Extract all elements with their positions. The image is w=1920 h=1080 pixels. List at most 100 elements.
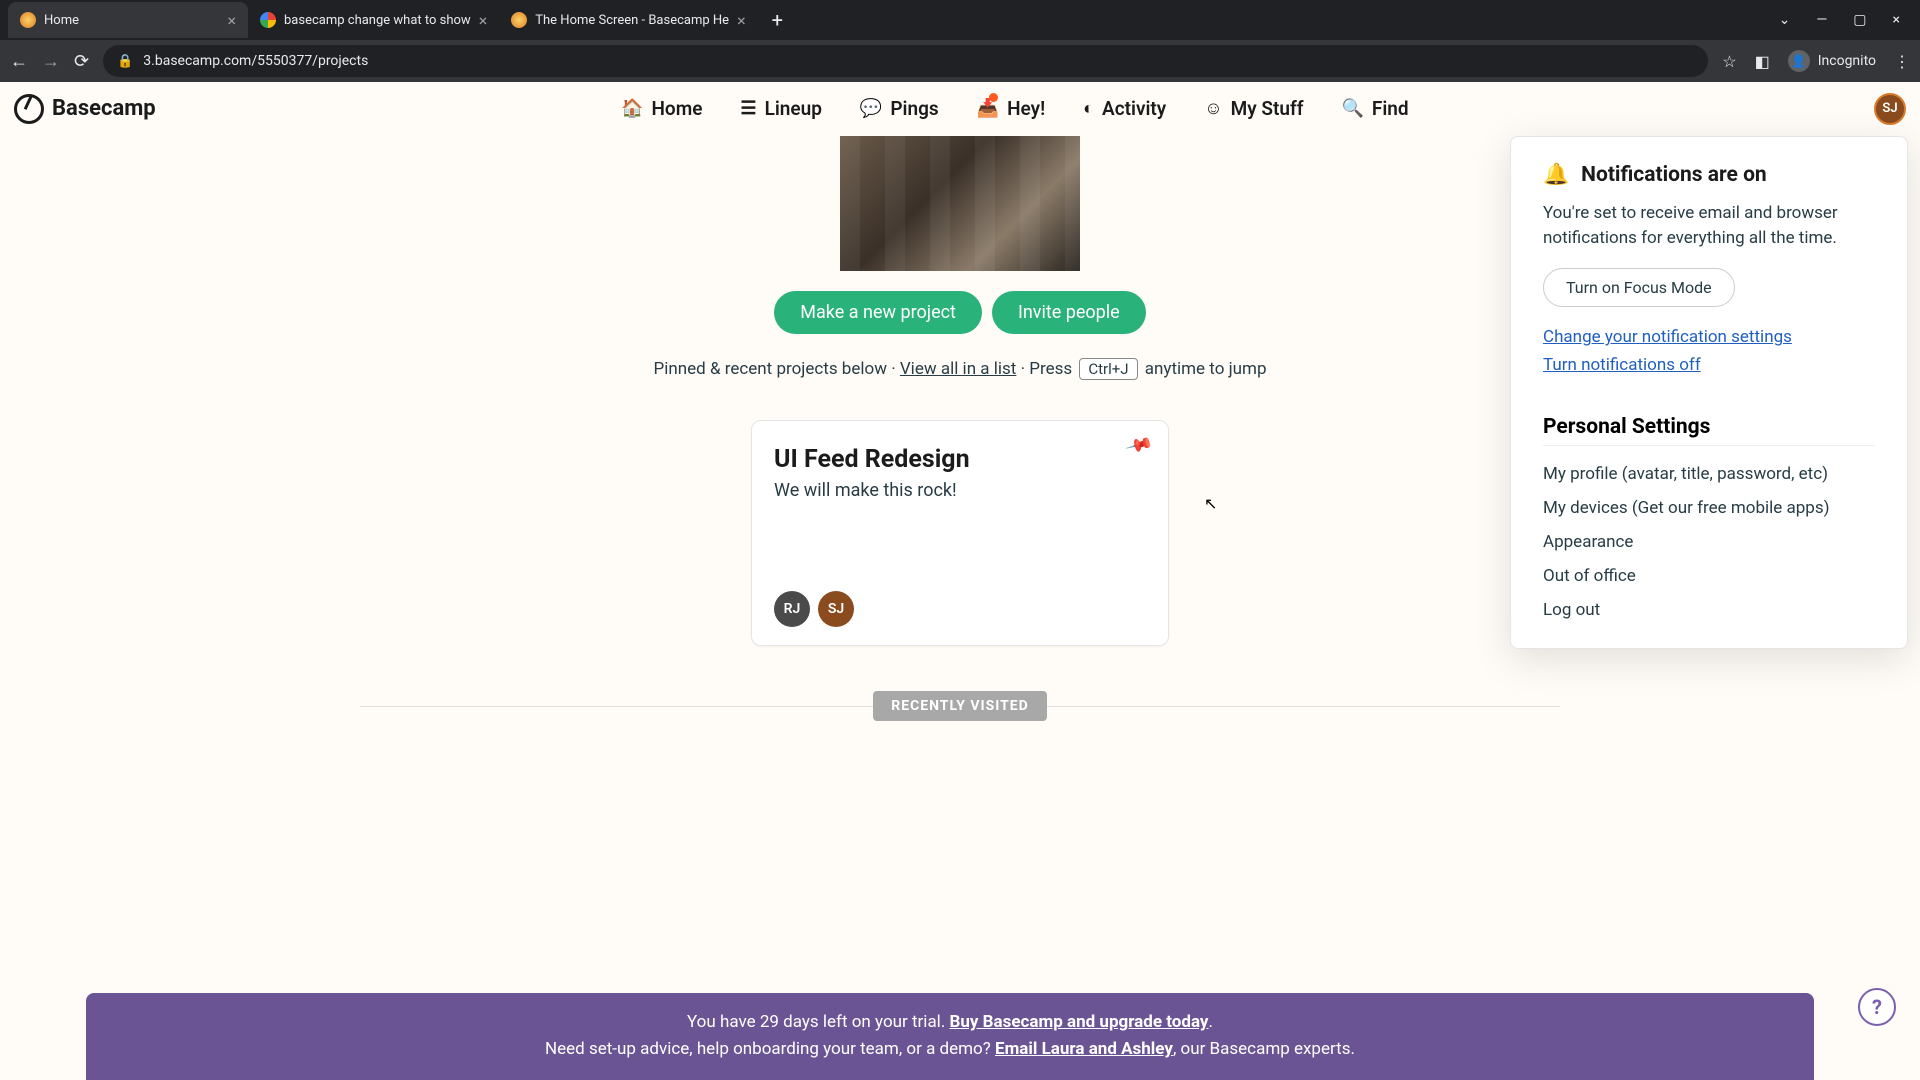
incognito-badge: 👤 Incognito — [1788, 50, 1876, 72]
browser-chrome: Home × basecamp change what to show × Th… — [0, 0, 1920, 82]
page-body: Basecamp 🏠Home ☰Lineup 💬 Pings 📥Hey! ◐ Act… — [0, 82, 1920, 1080]
personal-settings-heading: Personal Settings — [1543, 415, 1875, 446]
new-project-button[interactable]: Make a new project — [774, 291, 982, 334]
forward-button[interactable]: → — [42, 51, 60, 72]
avatar-initials: SJ — [1882, 101, 1897, 116]
user-dropdown-panel: 🔔 Notifications are on You're set to rec… — [1510, 136, 1908, 649]
favicon-icon — [260, 12, 276, 28]
pings-icon: 💬 — [860, 98, 882, 119]
out-of-office-link[interactable]: Out of office — [1543, 566, 1875, 586]
project-card[interactable]: 📌 UI Feed Redesign We will make this roc… — [751, 420, 1169, 646]
lock-icon: 🔒 — [117, 54, 133, 69]
tab-title: The Home Screen - Basecamp He — [535, 13, 729, 28]
extensions-icon[interactable]: ◧ — [1755, 52, 1770, 71]
hint-prefix: Pinned & recent projects below · — [654, 359, 900, 379]
nav-label: Activity — [1102, 97, 1166, 120]
bell-icon: 🔔 — [1543, 163, 1569, 187]
nav-activity[interactable]: ◐ Activity — [1083, 97, 1166, 120]
user-avatar[interactable]: SJ — [1874, 93, 1906, 125]
nav-label: Hey! — [1007, 97, 1045, 120]
my-devices-link[interactable]: My devices (Get our free mobile apps) — [1543, 498, 1875, 518]
close-window-icon[interactable]: × — [1893, 12, 1900, 28]
browser-tab-0[interactable]: Home × — [8, 2, 248, 38]
browser-tab-1[interactable]: basecamp change what to show × — [248, 2, 499, 38]
focus-mode-button[interactable]: Turn on Focus Mode — [1543, 268, 1735, 307]
incognito-icon: 👤 — [1788, 50, 1810, 72]
keyboard-shortcut: Ctrl+J — [1079, 358, 1137, 380]
nav-mystuff[interactable]: ☺ My Stuff — [1204, 97, 1303, 120]
back-button[interactable]: ← — [10, 51, 28, 72]
avatar-initials: RJ — [784, 601, 801, 617]
nav-label: Find — [1372, 97, 1409, 120]
nav-hey[interactable]: 📥Hey! — [977, 97, 1046, 120]
project-description: We will make this rock! — [774, 480, 1146, 501]
nav-find[interactable]: 🔍 Find — [1341, 97, 1408, 120]
nav-center: 🏠Home ☰Lineup 💬 Pings 📥Hey! ◐ Activity ☺ My… — [156, 97, 1874, 120]
log-out-link[interactable]: Log out — [1543, 600, 1875, 620]
bookmark-icon[interactable]: ☆ — [1722, 52, 1736, 71]
nav-pings[interactable]: 💬 Pings — [860, 97, 939, 120]
avatar-initials: SJ — [828, 601, 844, 617]
url-text: 3.basecamp.com/5550377/projects — [143, 53, 368, 69]
personal-settings-menu: My profile (avatar, title, password, etc… — [1543, 464, 1875, 620]
tab-strip: Home × basecamp change what to show × Th… — [0, 0, 1920, 40]
topnav: Basecamp 🏠Home ☰Lineup 💬 Pings 📥Hey! ◐ Act… — [0, 82, 1920, 136]
kebab-menu-icon[interactable]: ⋮ — [1894, 52, 1910, 71]
change-notification-settings-link[interactable]: Change your notification settings — [1543, 327, 1875, 347]
nav-label: Pings — [890, 97, 938, 120]
hint-press: · Press — [1016, 359, 1076, 379]
notification-dot-icon — [989, 93, 998, 102]
close-icon[interactable]: × — [479, 11, 488, 30]
appearance-link[interactable]: Appearance — [1543, 532, 1875, 552]
close-icon[interactable]: × — [737, 11, 746, 30]
my-profile-link[interactable]: My profile (avatar, title, password, etc… — [1543, 464, 1875, 484]
trial-text: , our Basecamp experts. — [1173, 1039, 1355, 1059]
lineup-icon: ☰ — [740, 98, 756, 119]
invite-people-button[interactable]: Invite people — [992, 291, 1146, 334]
turn-notifications-off-link[interactable]: Turn notifications off — [1543, 355, 1875, 375]
incognito-label: Incognito — [1818, 53, 1876, 69]
tab-title: basecamp change what to show — [284, 13, 471, 28]
tab-dropdown-icon[interactable]: ⌄ — [1779, 12, 1791, 28]
tab-title: Home — [44, 13, 219, 28]
notifications-heading: 🔔 Notifications are on — [1543, 163, 1875, 187]
nav-lineup[interactable]: ☰Lineup — [740, 97, 821, 120]
maximize-icon[interactable]: ▢ — [1853, 12, 1866, 28]
new-tab-button[interactable]: + — [758, 8, 797, 32]
hero-image — [840, 136, 1080, 271]
trial-text: Need set-up advice, help onboarding your… — [545, 1039, 995, 1059]
trial-line-1: You have 29 days left on your trial. Buy… — [106, 1009, 1794, 1035]
hint-line: Pinned & recent projects below · View al… — [654, 358, 1267, 380]
email-experts-link[interactable]: Email Laura and Ashley — [995, 1039, 1173, 1059]
notification-links: Change your notification settings Turn n… — [1543, 327, 1875, 375]
buy-basecamp-link[interactable]: Buy Basecamp and upgrade today — [950, 1012, 1209, 1032]
logo-text: Basecamp — [52, 96, 156, 121]
favicon-icon — [20, 12, 36, 28]
logo-mark-icon — [14, 94, 44, 124]
hint-suffix: anytime to jump — [1141, 359, 1267, 379]
nav-home[interactable]: 🏠Home — [621, 97, 702, 120]
browser-tab-2[interactable]: The Home Screen - Basecamp He × — [499, 2, 757, 38]
section-divider: RECENTLY VISITED — [360, 706, 1560, 737]
project-title: UI Feed Redesign — [774, 445, 1146, 474]
face-icon: ☺ — [1204, 98, 1222, 119]
help-button[interactable]: ? — [1858, 988, 1896, 1026]
favicon-icon — [511, 12, 527, 28]
address-bar[interactable]: 🔒 3.basecamp.com/5550377/projects — [103, 45, 1708, 77]
trial-text: . — [1208, 1012, 1212, 1032]
trial-banner: You have 29 days left on your trial. Buy… — [86, 993, 1814, 1080]
minimize-icon[interactable]: — — [1816, 12, 1827, 28]
home-icon: 🏠 — [621, 98, 643, 119]
member-avatar[interactable]: RJ — [774, 591, 810, 627]
reload-button[interactable]: ⟳ — [74, 51, 89, 72]
nav-label: My Stuff — [1231, 97, 1304, 120]
search-icon: 🔍 — [1341, 98, 1363, 119]
basecamp-logo[interactable]: Basecamp — [14, 94, 156, 124]
view-all-link[interactable]: View all in a list — [900, 359, 1017, 379]
member-avatar[interactable]: SJ — [818, 591, 854, 627]
close-icon[interactable]: × — [227, 11, 236, 30]
recently-visited-heading: RECENTLY VISITED — [873, 691, 1047, 721]
notifications-description: You're set to receive email and browser … — [1543, 201, 1875, 250]
notifications-heading-text: Notifications are on — [1581, 163, 1767, 187]
activity-icon: ◐ — [1083, 98, 1094, 119]
